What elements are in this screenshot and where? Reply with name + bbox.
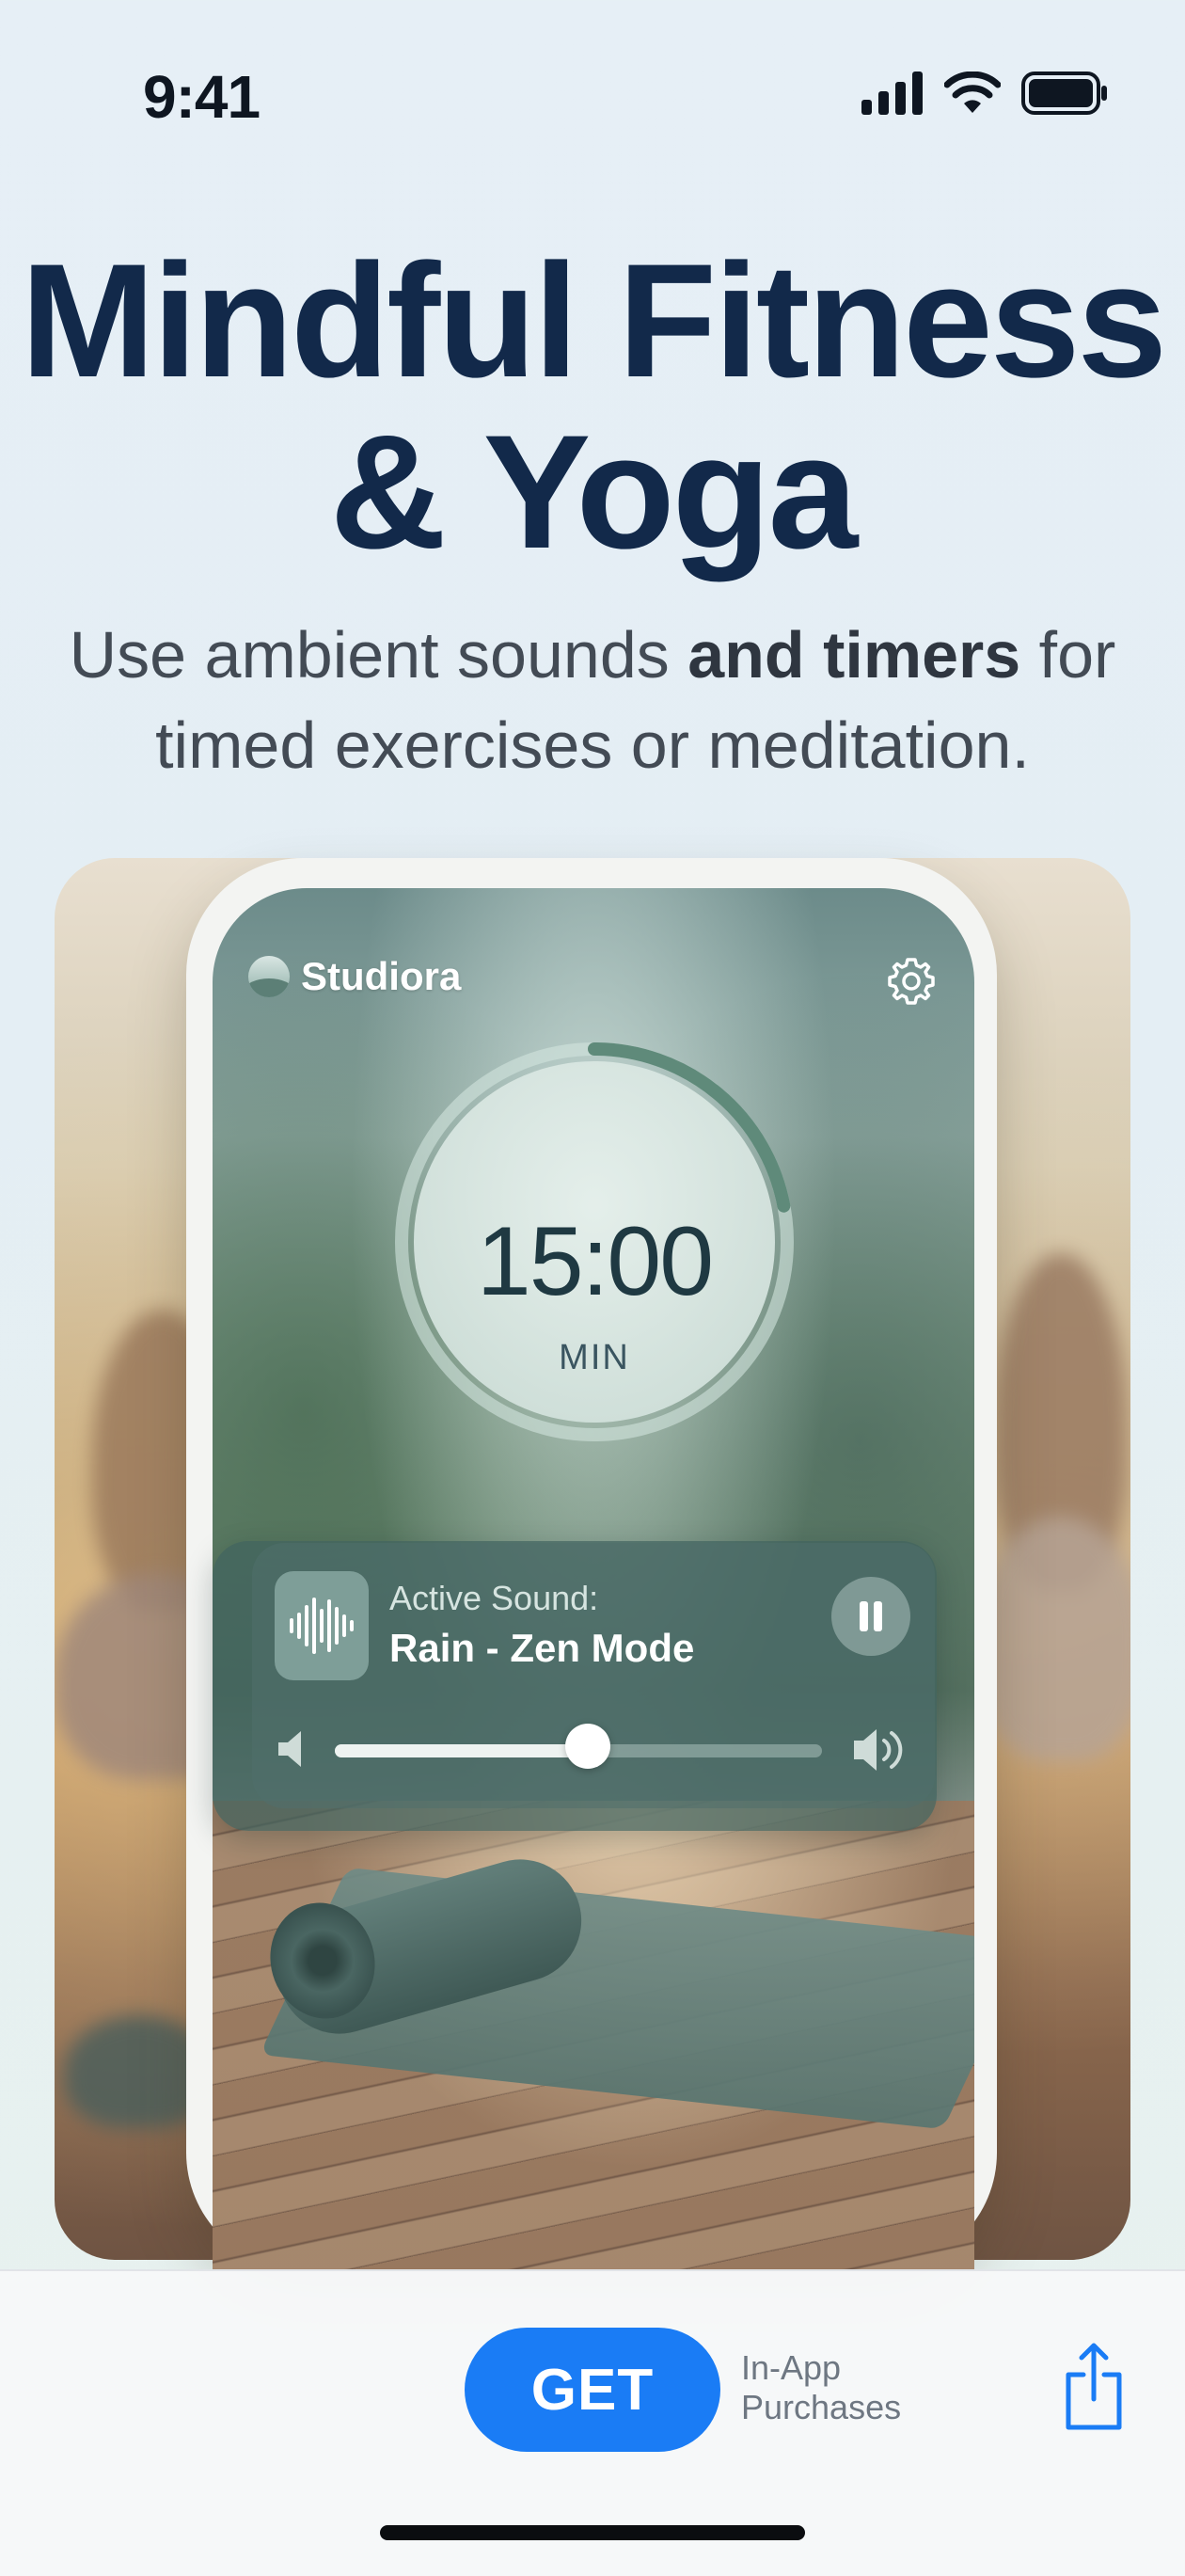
- timer-unit: MIN: [559, 1338, 630, 1377]
- status-time: 9:41: [143, 63, 261, 131]
- home-indicator: [380, 2525, 805, 2540]
- iap-line-1: In-App: [741, 2348, 842, 2387]
- volume-high-icon: [854, 1729, 903, 1771]
- title-line-1: Mindful Fitness: [20, 231, 1167, 411]
- get-button[interactable]: GET: [465, 2328, 720, 2452]
- subtitle-line-2: timed exercises or meditation.: [155, 708, 1030, 782]
- gear-icon[interactable]: [886, 956, 937, 1007]
- app-brand: Studiora: [248, 954, 461, 999]
- volume-low-icon: [278, 1731, 301, 1767]
- brand-logo-icon: [248, 956, 290, 997]
- waveform-icon: [290, 1598, 354, 1654]
- wifi-icon: [944, 72, 1001, 113]
- iap-line-2: Purchases: [741, 2388, 902, 2426]
- in-app-purchases-label: In-App Purchases: [741, 2348, 901, 2427]
- signal-icon: [861, 72, 923, 115]
- status-icons: [861, 72, 1108, 115]
- title-line-2: & Yoga: [329, 402, 859, 582]
- page-title: Mindful Fitness & Yoga: [0, 235, 1185, 578]
- subtitle-bold: and timers: [687, 618, 1021, 692]
- page-subtitle: Use ambient sounds and timers for timed …: [0, 610, 1185, 790]
- sound-name: Rain - Zen Mode: [389, 1626, 695, 1670]
- sound-caption: Active Sound:: [389, 1579, 599, 1617]
- sound-tile: [275, 1571, 369, 1680]
- subtitle-part-2: for: [1020, 618, 1116, 692]
- brand-name: Studiora: [301, 954, 462, 998]
- volume-slider-fill: [335, 1744, 589, 1757]
- battery-icon: [1021, 72, 1107, 115]
- share-icon[interactable]: [1063, 2341, 1125, 2431]
- blurred-yoga-figure-right-base: [976, 1517, 1130, 1761]
- status-bar: 9:41: [0, 0, 1185, 188]
- pause-button[interactable]: [831, 1577, 910, 1656]
- subtitle-part-1: Use ambient sounds: [69, 618, 688, 692]
- timer-value: 15:00: [476, 1207, 714, 1316]
